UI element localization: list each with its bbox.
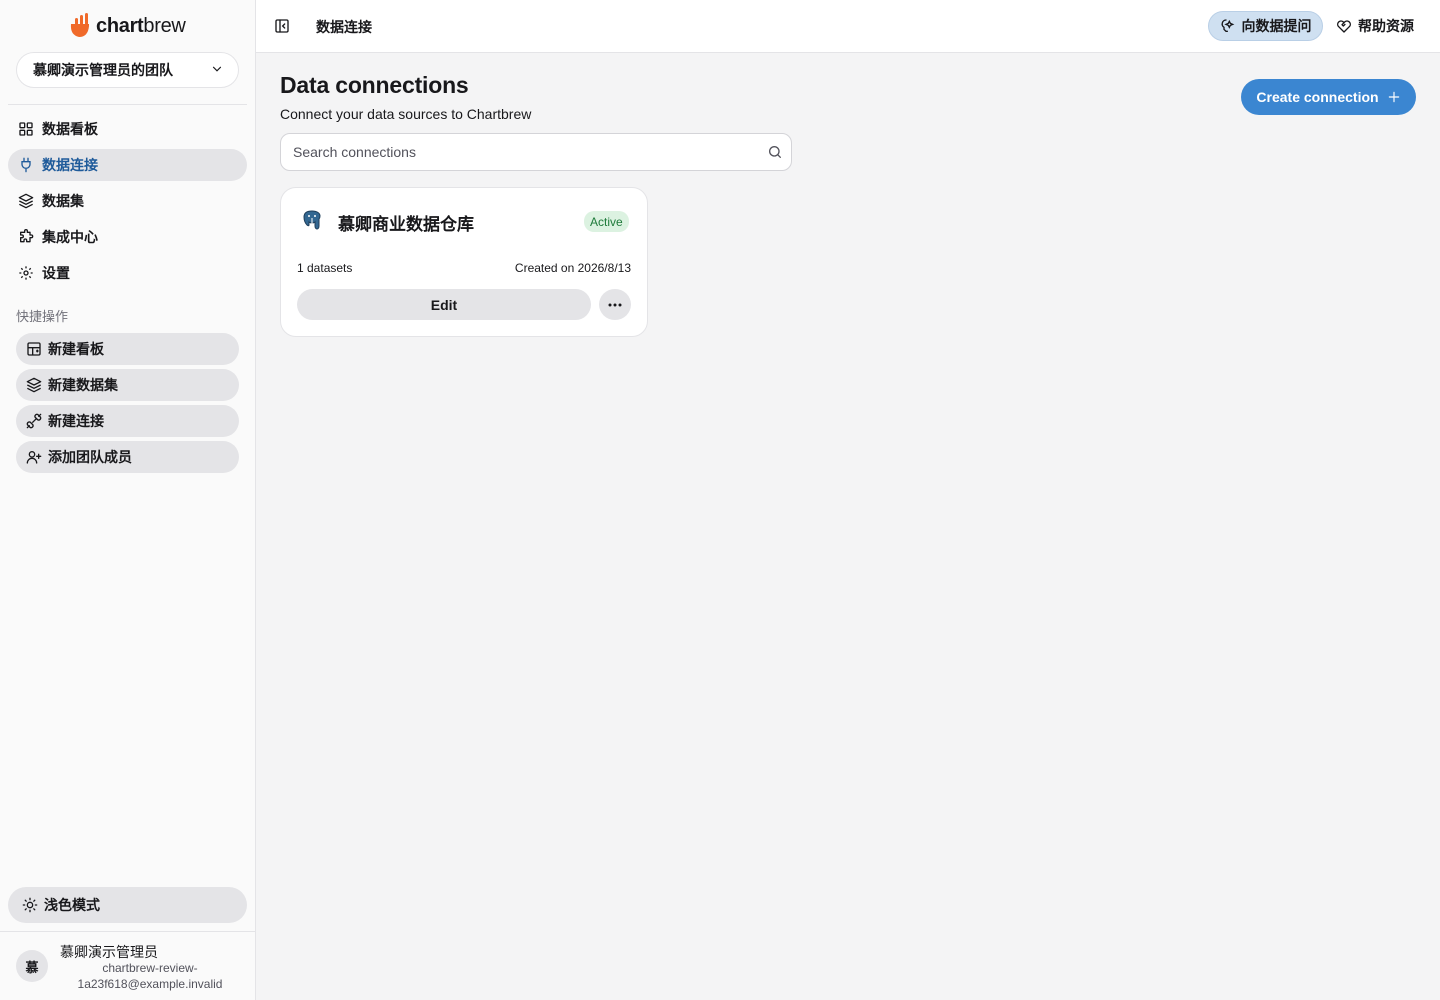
heart-handshake-icon	[1337, 20, 1351, 33]
ask-data-button[interactable]: 向数据提问	[1208, 11, 1323, 41]
more-options-button[interactable]	[599, 289, 631, 320]
chevron-down-icon	[210, 62, 224, 79]
connection-created-date: Created on 2026/8/13	[514, 261, 631, 275]
layers-icon	[26, 377, 42, 393]
ellipsis-icon	[608, 303, 622, 306]
gear-icon	[19, 266, 33, 280]
help-resources-button[interactable]: 帮助资源	[1336, 11, 1414, 41]
page-subtitle: Connect your data sources to Chartbrew	[280, 106, 532, 122]
sidebar-item-dashboards[interactable]: 数据看板	[8, 113, 247, 145]
quick-item-label: 新建数据集	[48, 377, 118, 393]
ai-sparkle-icon	[1221, 19, 1234, 32]
search-input[interactable]	[293, 144, 767, 160]
sidebar-item-label: 设置	[42, 265, 70, 281]
plus-icon	[1388, 91, 1399, 103]
sidebar-item-settings[interactable]: 设置	[8, 257, 247, 289]
quick-new-dashboard-button[interactable]: 新建看板	[16, 333, 239, 365]
sidebar-item-label: 集成中心	[42, 229, 98, 245]
sidebar-item-datasets[interactable]: 数据集	[8, 185, 247, 217]
create-connection-button[interactable]: Create connection	[1241, 79, 1416, 115]
user-name: 慕卿演示管理员	[60, 944, 158, 960]
create-connection-label: Create connection	[1256, 89, 1379, 105]
quick-item-label: 新建看板	[48, 341, 104, 357]
connection-name: 慕卿商业数据仓库	[338, 215, 474, 234]
postgres-icon	[302, 210, 322, 232]
quick-actions-label: 快捷操作	[16, 309, 69, 324]
ask-data-label: 向数据提问	[1241, 18, 1312, 34]
team-select[interactable]: 慕卿演示管理员的团队	[16, 52, 239, 88]
quick-add-member-button[interactable]: 添加团队成员	[16, 441, 239, 473]
quick-item-label: 添加团队成员	[48, 449, 132, 465]
theme-toggle-button[interactable]: 浅色模式	[8, 887, 247, 923]
sidebar-item-label: 数据连接	[42, 157, 98, 173]
puzzle-icon	[20, 229, 34, 243]
search-box	[280, 133, 792, 171]
top-bar: 数据连接 向数据提问 帮助资源	[256, 0, 1440, 53]
sidebar-item-label: 数据集	[42, 193, 84, 209]
quick-new-dataset-button[interactable]: 新建数据集	[16, 369, 239, 401]
sidebar-item-label: 数据看板	[42, 121, 98, 137]
grid-icon	[19, 122, 33, 136]
sidebar-collapse-icon[interactable]	[274, 18, 290, 34]
user-email: chartbrew-review-1a23f618@example.invali…	[77, 961, 223, 991]
sidebar-divider	[8, 104, 247, 105]
sidebar-item-integrations[interactable]: 集成中心	[8, 221, 247, 253]
search-icon[interactable]	[767, 144, 783, 160]
user-add-icon	[26, 451, 42, 464]
connection-card[interactable]: 慕卿商业数据仓库 Active 1 datasets Created on 20…	[280, 187, 648, 337]
edit-connection-button[interactable]: Edit	[297, 289, 591, 320]
dashboard-add-icon	[27, 342, 41, 356]
quick-new-connection-button[interactable]: 新建连接	[16, 405, 239, 437]
sidebar-divider	[0, 931, 256, 932]
status-badge: Active	[584, 211, 629, 232]
page-title: Data connections	[280, 72, 469, 98]
page-breadcrumb: 数据连接	[316, 19, 372, 35]
theme-toggle-label: 浅色模式	[44, 897, 100, 913]
sidebar: chartbrew 慕卿演示管理员的团队 数据看板 数据连接 数据集 集成中心 …	[0, 0, 256, 1000]
connection-dataset-count: 1 datasets	[297, 261, 353, 275]
plug-icon	[21, 157, 31, 173]
plug-connect-icon	[26, 413, 42, 429]
help-resources-label: 帮助资源	[1358, 18, 1414, 34]
team-select-value: 慕卿演示管理员的团队	[33, 62, 173, 78]
sun-icon	[22, 897, 38, 913]
quick-item-label: 新建连接	[48, 413, 104, 429]
avatar[interactable]: 慕	[16, 950, 48, 982]
brand-logo[interactable]: chartbrew	[68, 12, 186, 40]
chartbrew-logo-icon	[68, 13, 92, 39]
sidebar-item-connections[interactable]: 数据连接	[8, 149, 247, 181]
brand-name: chartbrew	[96, 14, 186, 37]
layers-icon	[18, 193, 34, 209]
